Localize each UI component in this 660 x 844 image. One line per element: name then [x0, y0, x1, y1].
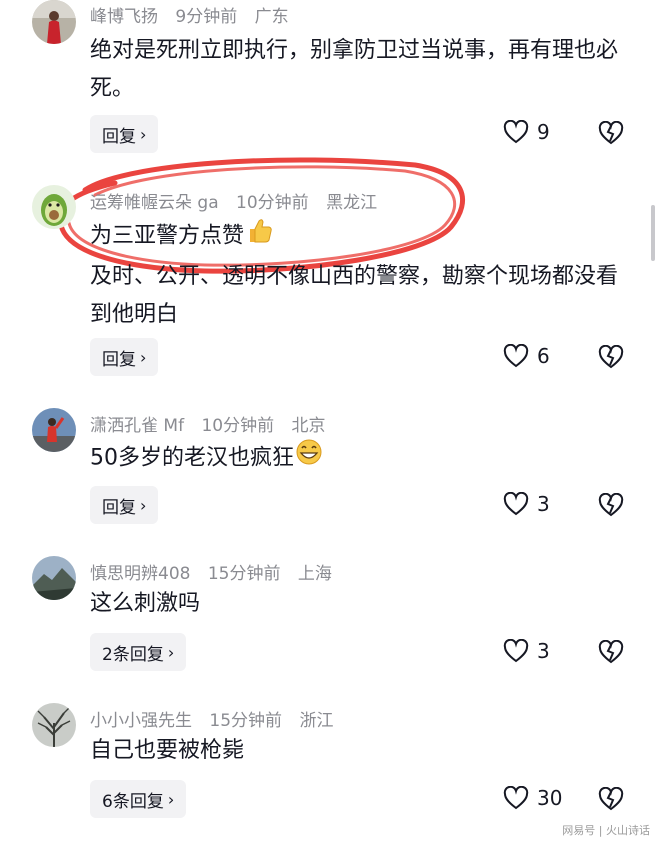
avatar[interactable] — [32, 0, 76, 44]
reply-button[interactable]: 2条回复 › — [90, 633, 187, 671]
comment-text: 为三亚警方点赞 及时、公开、透明不像山西的警察，勘察个现场都没看到他明白 — [90, 215, 630, 334]
chevron-right-icon: › — [167, 789, 175, 809]
location: 广东 — [254, 7, 289, 27]
thumbs-up-emoji — [244, 215, 274, 258]
broken-heart-icon — [598, 492, 624, 517]
comment-text-rest: 及时、公开、透明不像山西的警察，勘察个现场都没看到他明白 — [90, 264, 619, 327]
scrollbar[interactable] — [651, 205, 655, 261]
comment-meta: 峰博飞扬 9分钟前 广东 — [90, 2, 301, 27]
like-button[interactable]: 3 — [503, 492, 550, 516]
heart-outline-icon — [503, 786, 529, 810]
like-count: 3 — [537, 639, 550, 663]
reply-label: 回复 — [102, 349, 136, 370]
dislike-button[interactable] — [598, 120, 624, 149]
chevron-right-icon: › — [167, 642, 175, 662]
chevron-right-icon: › — [140, 124, 147, 144]
comment-text: 绝对是死刑立即执行，别拿防卫过当说事，再有理也必死。 — [90, 38, 619, 101]
like-button[interactable]: 6 — [503, 344, 550, 368]
username[interactable]: 峰博飞扬 — [90, 7, 158, 27]
location: 上海 — [297, 564, 332, 584]
broken-heart-icon — [598, 120, 624, 145]
timestamp: 10分钟前 — [236, 193, 309, 213]
location: 浙江 — [299, 711, 334, 731]
comment-meta: 小小小强先生 15分钟前 浙江 — [90, 706, 345, 731]
heart-outline-icon — [503, 120, 529, 144]
comment-meta: 慎思明辨408 15分钟前 上海 — [90, 559, 344, 584]
timestamp: 9分钟前 — [175, 7, 238, 27]
broken-heart-icon — [598, 786, 624, 811]
location: 黑龙江 — [326, 193, 378, 213]
reply-button[interactable]: 回复 › — [90, 115, 159, 153]
reply-label: 6条回复 — [102, 791, 164, 812]
like-count: 9 — [537, 120, 550, 144]
timestamp: 15分钟前 — [207, 564, 281, 584]
timestamp: 10分钟前 — [201, 416, 275, 436]
username[interactable]: 潇洒孔雀 Mf — [90, 416, 184, 436]
like-count: 30 — [537, 786, 563, 810]
reply-label: 2条回复 — [102, 644, 164, 665]
comment-text: 自己也要被枪毙 — [90, 738, 245, 763]
location: 北京 — [291, 416, 326, 436]
comment-meta: 运筹帷幄云朵 ga 10分钟前 黑龙江 — [90, 188, 389, 213]
heart-outline-icon — [503, 639, 529, 663]
broken-heart-icon — [598, 344, 624, 369]
dislike-button[interactable] — [598, 639, 624, 668]
avatar[interactable] — [32, 408, 76, 452]
comment-text: 50多岁的老汉也疯狂 — [90, 437, 630, 480]
username[interactable]: 运筹帷幄云朵 ga — [90, 193, 219, 213]
avatar[interactable] — [32, 556, 76, 600]
dislike-button[interactable] — [598, 786, 624, 815]
reply-button[interactable]: 回复 › — [90, 486, 159, 524]
like-button[interactable]: 3 — [503, 639, 550, 663]
chevron-right-icon: › — [140, 347, 147, 367]
heart-outline-icon — [503, 492, 529, 516]
comment-text-line1: 为三亚警方点赞 — [90, 223, 245, 249]
broken-heart-icon — [598, 639, 624, 664]
grinning-emoji — [294, 437, 324, 480]
comment-meta: 潇洒孔雀 Mf 10分钟前 北京 — [90, 411, 338, 436]
like-button[interactable]: 9 — [503, 120, 550, 144]
reply-button[interactable]: 6条回复 › — [90, 780, 187, 818]
heart-outline-icon — [503, 344, 529, 368]
like-count: 6 — [537, 344, 550, 368]
username[interactable]: 小小小强先生 — [90, 711, 192, 731]
chevron-right-icon: › — [140, 495, 147, 515]
avatar[interactable] — [32, 185, 76, 229]
watermark: 网易号 | 火山诗话 — [562, 824, 650, 837]
timestamp: 15分钟前 — [209, 711, 283, 731]
comment-text-content: 50多岁的老汉也疯狂 — [90, 445, 294, 471]
avatar[interactable] — [32, 703, 76, 747]
username[interactable]: 慎思明辨408 — [90, 564, 190, 584]
like-button[interactable]: 30 — [503, 786, 562, 810]
dislike-button[interactable] — [598, 492, 624, 521]
comment-text: 这么刺激吗 — [90, 591, 201, 616]
reply-button[interactable]: 回复 › — [90, 338, 159, 376]
reply-label: 回复 — [102, 497, 136, 518]
reply-label: 回复 — [102, 126, 136, 147]
dislike-button[interactable] — [598, 344, 624, 373]
like-count: 3 — [537, 492, 550, 516]
